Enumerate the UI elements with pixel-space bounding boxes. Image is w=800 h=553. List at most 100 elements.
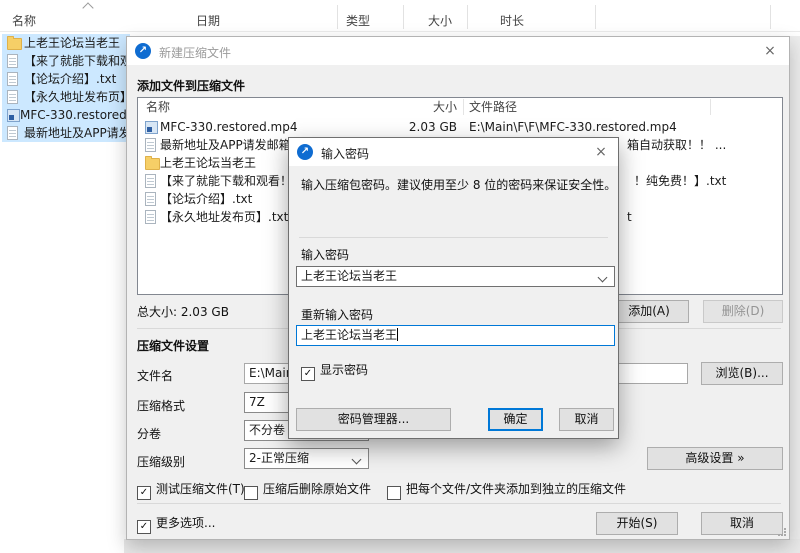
password-value: 上老王论坛当老王: [301, 328, 398, 342]
text-file-icon: [7, 90, 18, 104]
advanced-settings-button[interactable]: 高级设置 »: [647, 447, 783, 470]
video-file-icon: [7, 109, 20, 122]
volume-label: 分卷: [137, 427, 162, 441]
archive-settings-header: 压缩文件设置: [137, 339, 210, 353]
level-select[interactable]: 2-正常压缩: [244, 448, 369, 469]
archiver-app-icon: ↗: [297, 144, 313, 160]
desktop-background: [790, 36, 800, 553]
checkbox-unchecked-icon[interactable]: ✓: [244, 486, 258, 500]
column-header-date[interactable]: 日期: [196, 12, 220, 29]
separate-archives-checkbox[interactable]: ✓ 把每个文件/文件夹添加到独立的压缩文件: [387, 480, 626, 500]
explorer-row[interactable]: 【来了就能下载和观看！纯免费！】.txt: [2, 52, 130, 70]
ok-button[interactable]: 确定: [488, 408, 543, 431]
checkbox-label: 更多选项...: [156, 516, 216, 530]
file-path: t: [627, 210, 632, 224]
file-name: 【论坛介绍】.txt: [160, 192, 253, 206]
volume-value: 不分卷: [249, 423, 286, 437]
text-file-icon: [145, 192, 156, 206]
file-name: 最新地址及APP请发邮箱自动获取！！...: [24, 126, 130, 140]
checkbox-label: 把每个文件/文件夹添加到独立的压缩文件: [406, 482, 627, 496]
list-header[interactable]: 名称 大小 文件路径: [138, 98, 782, 116]
file-name: MFC-330.restored.mp4: [20, 108, 130, 122]
total-size-label: 总大小: 2.03 GB: [137, 305, 229, 319]
folder-icon: [145, 156, 160, 170]
dialog-titlebar[interactable]: ↗ 新建压缩文件 ×: [127, 37, 789, 65]
text-caret: [397, 328, 399, 341]
dialog-title: 新建压缩文件: [159, 46, 232, 60]
password-hint-text: 输入压缩包密码。建议使用至少 8 位的密码来保证安全性。: [301, 178, 617, 192]
explorer-row[interactable]: 【永久地址发布页】.txt: [2, 88, 130, 106]
column-header-name[interactable]: 名称: [12, 12, 36, 29]
text-file-icon: [7, 54, 18, 68]
format-value: 7Z: [249, 395, 265, 409]
checkbox-label: 显示密码: [320, 363, 369, 377]
explorer-row[interactable]: 上老王论坛当老王: [2, 34, 130, 52]
column-header-size[interactable]: 大小: [428, 12, 452, 29]
text-file-icon: [7, 72, 18, 86]
list-column-path[interactable]: 文件路径: [469, 98, 517, 116]
column-separator[interactable]: [337, 5, 338, 29]
checkbox-checked-icon[interactable]: ✓: [137, 486, 151, 500]
column-separator[interactable]: [463, 99, 464, 115]
divider: [137, 503, 781, 504]
column-separator[interactable]: [710, 99, 711, 115]
filename-label: 文件名: [137, 369, 174, 383]
level-label: 压缩级别: [137, 455, 186, 469]
file-name: 上老王论坛当老王: [160, 156, 257, 170]
divider: [299, 237, 608, 238]
password-value: 上老王论坛当老王: [301, 269, 398, 283]
video-file-icon: [145, 121, 158, 134]
text-file-icon: [145, 138, 156, 152]
screen: 名称 日期 类型 大小 时长 上老王论坛当老王 【来了就能下载和观看！纯免费！】…: [0, 0, 800, 553]
checkbox-checked-icon[interactable]: ✓: [301, 367, 315, 381]
file-name: 上老王论坛当老王: [24, 36, 121, 50]
enter-password-label: 输入密码: [301, 248, 350, 262]
cancel-button[interactable]: 取消: [559, 408, 614, 431]
dialog-titlebar[interactable]: ↗ 输入密码 ×: [289, 138, 618, 166]
column-separator[interactable]: [403, 5, 404, 29]
column-separator[interactable]: [595, 5, 596, 29]
explorer-row[interactable]: 最新地址及APP请发邮箱自动获取！！...: [2, 124, 130, 142]
add-button[interactable]: 添加(A): [609, 300, 689, 323]
chevron-down-icon: [597, 272, 608, 283]
sort-ascending-icon: [82, 2, 94, 14]
folder-icon: [7, 36, 22, 50]
divider: [0, 31, 800, 32]
column-header-duration[interactable]: 时长: [500, 12, 524, 29]
text-file-icon: [145, 210, 156, 224]
file-name: MFC-330.restored.mp4: [160, 120, 298, 134]
password-combobox[interactable]: 上老王论坛当老王: [296, 266, 615, 287]
more-options-checkbox[interactable]: ✓ 更多选项...: [137, 514, 215, 534]
file-name: 【永久地址发布页】.txt: [24, 90, 130, 104]
file-size: 2.03 GB: [408, 120, 457, 134]
text-file-icon: [7, 126, 18, 140]
password-manager-button[interactable]: 密码管理器...: [296, 408, 451, 431]
reenter-password-input[interactable]: 上老王论坛当老王: [296, 325, 615, 346]
checkbox-unchecked-icon[interactable]: ✓: [387, 486, 401, 500]
add-files-section-label: 添加文件到压缩文件: [137, 79, 246, 93]
checkbox-checked-icon[interactable]: ✓: [137, 520, 151, 534]
close-icon[interactable]: ×: [759, 42, 781, 60]
delete-after-checkbox[interactable]: ✓ 压缩后删除原始文件: [244, 480, 371, 500]
list-column-name[interactable]: 名称: [146, 98, 170, 116]
archive-file-row[interactable]: MFC-330.restored.mp4 2.03 GB E:\Main\F\F…: [138, 118, 782, 136]
column-separator[interactable]: [770, 5, 771, 29]
resize-grip[interactable]: [778, 528, 786, 536]
checkbox-label: 测试压缩文件(T): [156, 482, 245, 496]
chevron-down-icon: [351, 454, 362, 465]
show-password-checkbox[interactable]: ✓ 显示密码: [301, 361, 368, 381]
start-button[interactable]: 开始(S): [596, 512, 678, 535]
browse-button[interactable]: 浏览(B)...: [701, 362, 783, 385]
test-archive-checkbox[interactable]: ✓ 测试压缩文件(T): [137, 480, 245, 500]
file-name: 【来了就能下载和观看！纯免费！】.txt: [24, 54, 130, 68]
list-column-size[interactable]: 大小: [377, 98, 457, 116]
explorer-row[interactable]: 【论坛介绍】.txt: [2, 70, 130, 88]
close-icon[interactable]: ×: [590, 143, 612, 161]
dialog-title: 输入密码: [321, 147, 370, 161]
column-header-type[interactable]: 类型: [346, 12, 370, 29]
explorer-row[interactable]: MFC-330.restored.mp4: [2, 106, 130, 124]
column-separator[interactable]: [467, 5, 468, 29]
file-path: ！纯免费！】.txt: [634, 174, 727, 188]
cancel-button[interactable]: 取消: [701, 512, 783, 535]
reenter-password-label: 重新输入密码: [301, 308, 374, 322]
